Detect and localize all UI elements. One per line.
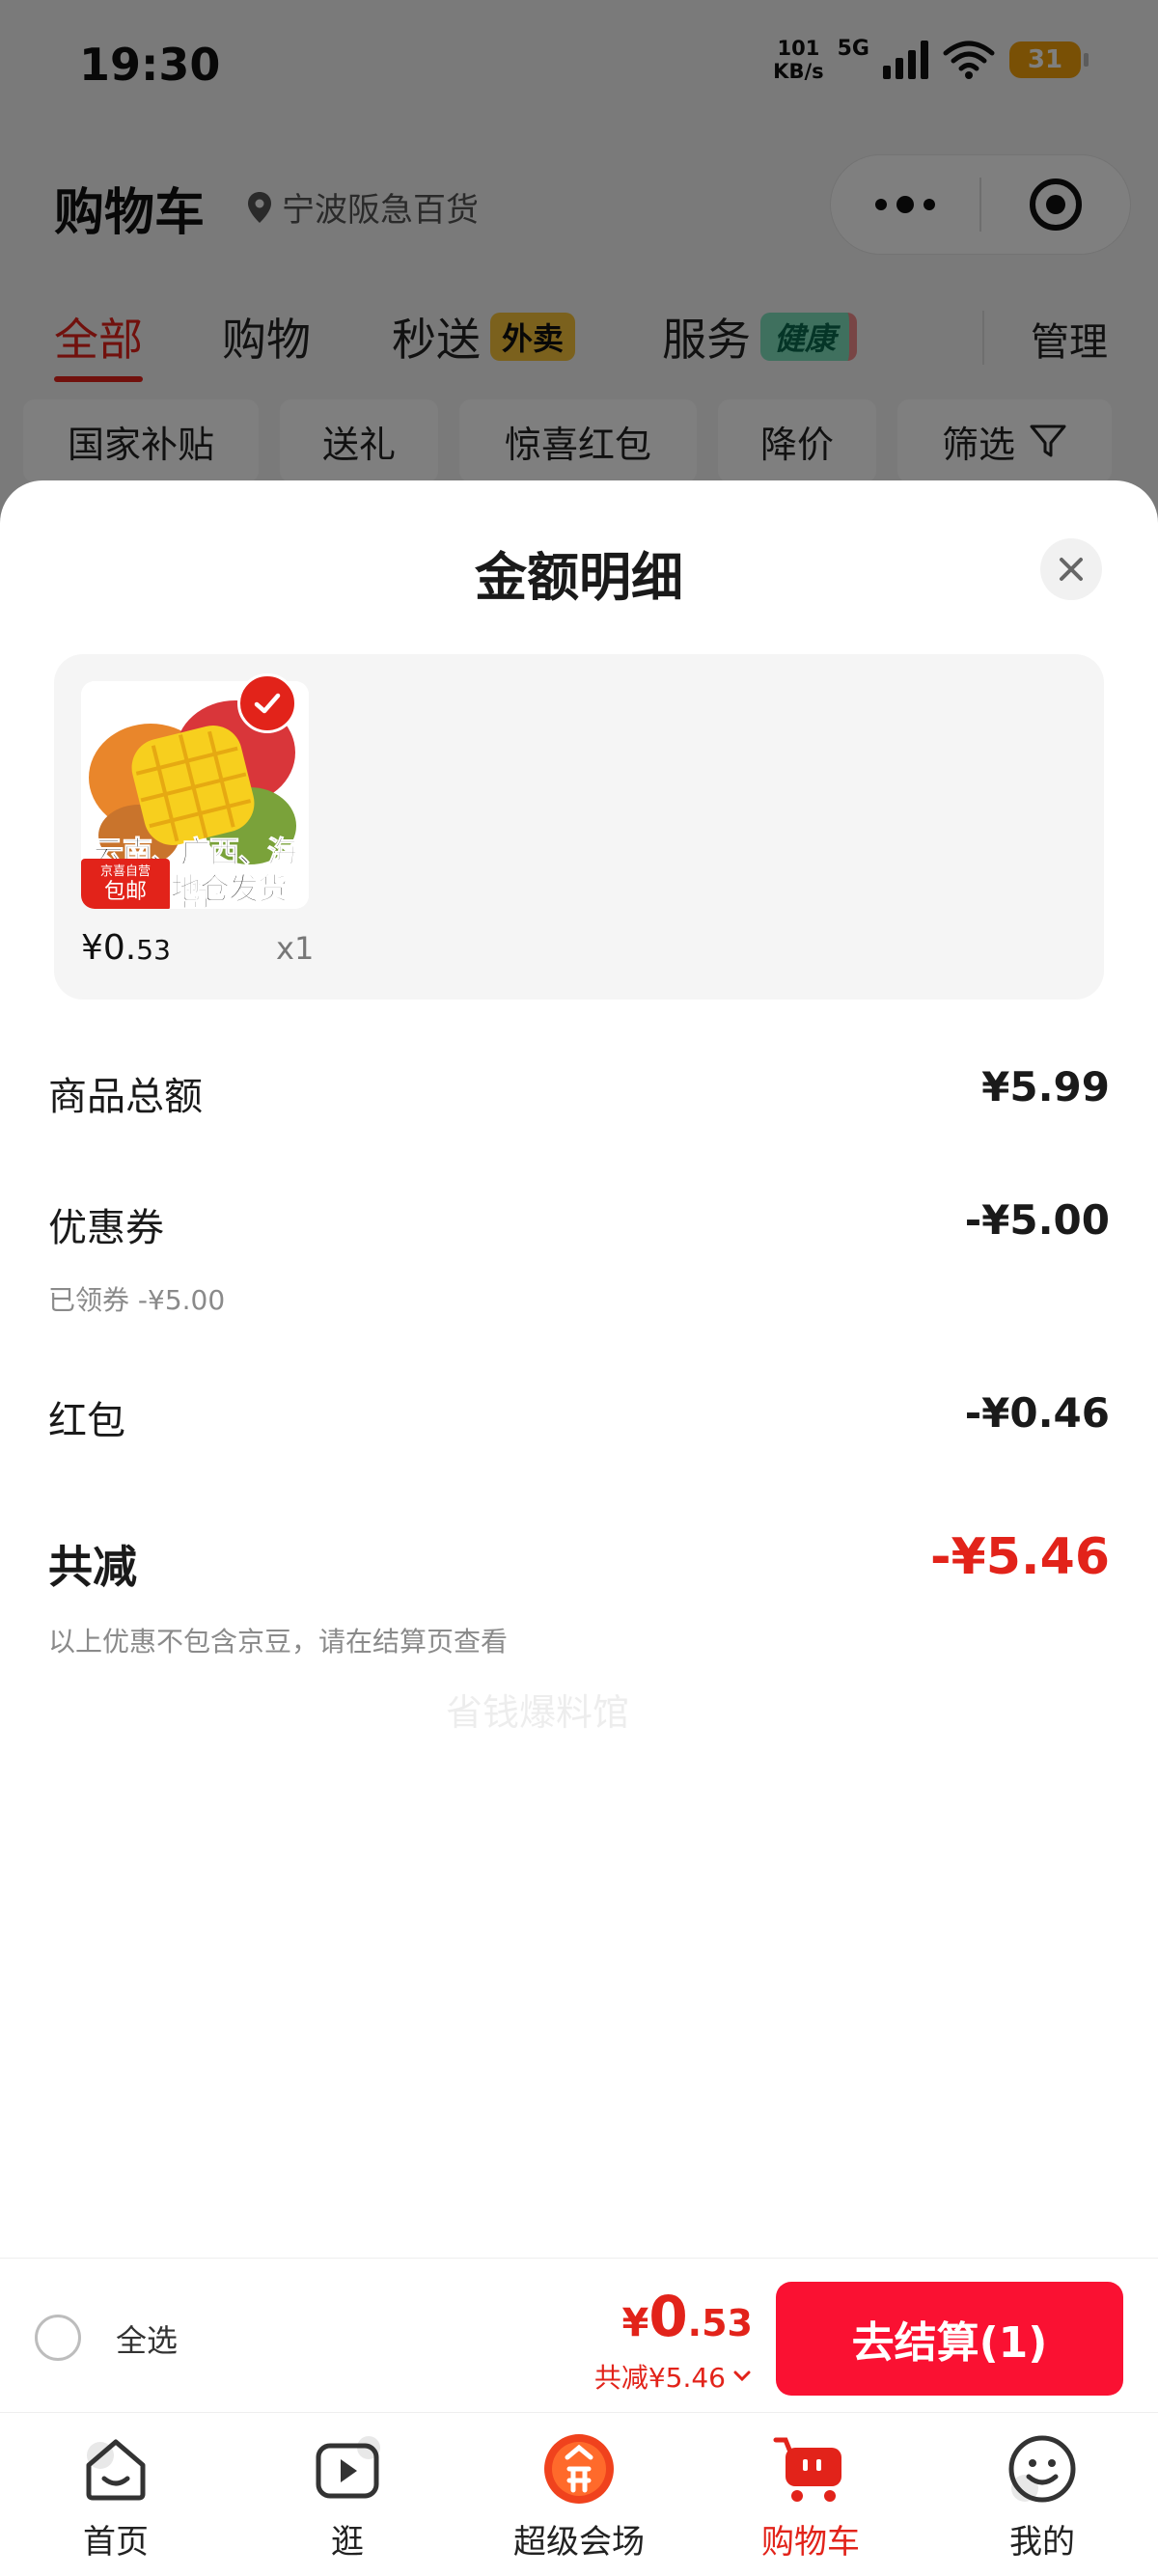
video-icon xyxy=(316,2436,380,2499)
discount-detail-toggle[interactable]: 共减¥5.46 xyxy=(594,2357,753,2396)
redpacket-value: -¥0.46 xyxy=(964,1389,1110,1437)
amount-decimal: .53 xyxy=(687,2302,753,2344)
sheet-title: 金额明细 xyxy=(475,547,683,608)
nav-browse-label: 逛 xyxy=(331,2523,364,2562)
redpacket-label: 红包 xyxy=(48,1399,125,1443)
goods-total-value: ¥5.99 xyxy=(981,1063,1110,1110)
chevron-down-icon xyxy=(733,2370,751,2382)
payable-amount: ¥0.53 xyxy=(621,2284,753,2349)
coupon-label: 优惠券 xyxy=(48,1206,164,1250)
nav-profile-label: 我的 xyxy=(1009,2523,1075,2562)
price-decimal: 53 xyxy=(136,934,171,966)
nav-cart[interactable]: 购物车 xyxy=(695,2430,926,2562)
checkout-bar: 全选 ¥0.53 共减¥5.46 去结算(1) xyxy=(0,2258,1158,2412)
total-discount-value: -¥5.46 xyxy=(929,1528,1110,1586)
coupon-value: -¥5.00 xyxy=(964,1196,1110,1244)
amount-integer: 0 xyxy=(648,2284,688,2349)
nav-super-venue[interactable]: 超级会场 xyxy=(463,2430,695,2562)
product-quantity: x1 xyxy=(276,930,315,967)
nav-profile[interactable]: 我的 xyxy=(926,2430,1158,2562)
close-button[interactable] xyxy=(1040,538,1102,600)
badge-bottom-text: 包邮 xyxy=(103,880,147,904)
cart-icon xyxy=(773,2437,841,2502)
price-integer: 0. xyxy=(102,928,137,968)
nav-home[interactable]: 首页 xyxy=(0,2430,232,2562)
coupon-claimed-text: 已领券 -¥5.00 xyxy=(48,1284,226,1316)
nav-cart-label: 购物车 xyxy=(761,2523,860,2562)
goods-total-label: 商品总额 xyxy=(48,1075,203,1119)
product-price: ¥0.53 xyxy=(81,928,171,968)
amount-symbol: ¥ xyxy=(621,2301,649,2345)
home-icon xyxy=(86,2439,146,2501)
watermark: 省钱爆料馆 xyxy=(446,1691,630,1734)
nav-home-label: 首页 xyxy=(83,2523,149,2562)
price-symbol: ¥ xyxy=(81,928,103,968)
select-all-checkbox[interactable] xyxy=(35,2315,81,2361)
checkout-button[interactable]: 去结算(1) xyxy=(776,2282,1123,2396)
dim-overlay[interactable] xyxy=(0,0,1158,540)
check-icon xyxy=(254,693,281,714)
nav-browse[interactable]: 逛 xyxy=(232,2430,463,2562)
selected-check-icon xyxy=(237,673,297,733)
free-shipping-badge: 京喜自营 包邮 xyxy=(81,859,170,909)
discount-note: 以上优惠不包含京豆，请在结算页查看 xyxy=(48,1626,509,1658)
bottom-nav: 首页 逛 超级会场 购物车 我的 xyxy=(0,2412,1158,2576)
amount-detail-sheet: 金额明细 云南、广西、海南 产地仓发货 京喜自营 包邮 ¥0.53 x1 商品总… xyxy=(0,480,1158,2256)
discount-text: 共减¥5.46 xyxy=(593,2362,726,2394)
nav-super-venue-label: 超级会场 xyxy=(513,2523,645,2562)
total-discount-label: 共减 xyxy=(48,1541,137,1593)
super-venue-icon xyxy=(544,2434,614,2504)
close-icon xyxy=(1060,558,1083,581)
product-list: 云南、广西、海南 产地仓发货 京喜自营 包邮 ¥0.53 x1 xyxy=(54,654,1104,1000)
badge-top-text: 京喜自营 xyxy=(99,864,151,879)
profile-icon xyxy=(1008,2435,1076,2503)
select-all-label[interactable]: 全选 xyxy=(116,2316,178,2361)
